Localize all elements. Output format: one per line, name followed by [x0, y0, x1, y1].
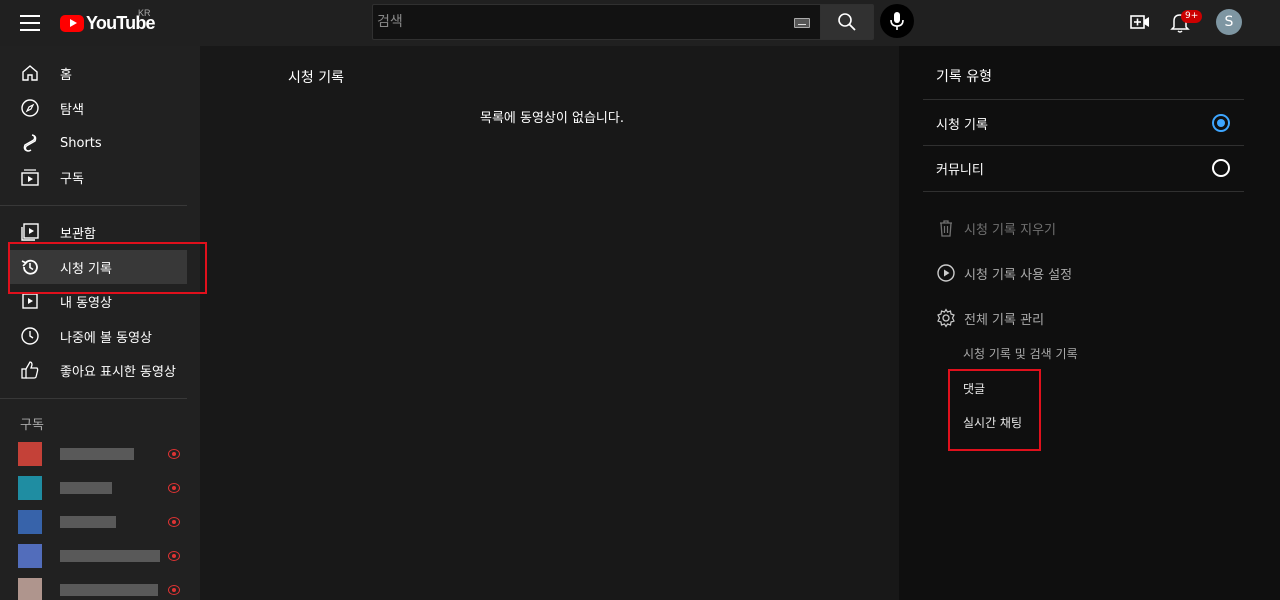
home-icon — [22, 65, 38, 81]
history-type-option-community[interactable]: 커뮤니티 — [923, 146, 1244, 190]
radio-button[interactable] — [1212, 159, 1230, 177]
sidebar-divider — [0, 205, 187, 206]
library-icon — [21, 223, 39, 241]
live-icon — [168, 551, 180, 561]
sidebar-item-label: 보관함 — [60, 226, 96, 242]
empty-list-message: 목록에 동영상이 없습니다. — [480, 111, 624, 126]
search-icon — [838, 13, 856, 31]
subscription-channel[interactable] — [18, 442, 188, 466]
search-box — [372, 4, 821, 40]
keyboard-icon[interactable] — [794, 18, 810, 28]
sidebar-item-subscriptions[interactable]: 구독 — [10, 160, 187, 194]
subscription-channel[interactable] — [18, 510, 188, 534]
channel-name-blurred — [60, 550, 160, 562]
channel-name-blurred — [60, 584, 158, 596]
compass-icon — [21, 99, 39, 117]
sidebar-item-label: 나중에 볼 동영상 — [60, 330, 152, 346]
trash-icon — [940, 220, 952, 237]
sidebar-item-watch-later[interactable]: 나중에 볼 동영상 — [10, 319, 187, 353]
account-avatar[interactable]: S — [1216, 9, 1242, 35]
link-watch-and-search-history[interactable]: 시청 기록 및 검색 기록 — [963, 345, 1078, 362]
sidebar-item-label: 탐색 — [60, 102, 84, 118]
enable-watch-history-button[interactable]: 시청 기록 사용 설정 — [936, 262, 1072, 284]
live-icon — [168, 483, 180, 493]
manage-all-history-button[interactable]: 전체 기록 관리 — [936, 307, 1044, 329]
subscriptions-icon — [21, 169, 39, 186]
channel-name-blurred — [60, 448, 134, 460]
subscription-channel[interactable] — [18, 476, 188, 500]
highlight-box-comments-chat — [948, 369, 1041, 451]
create-video-icon[interactable] — [1130, 12, 1150, 32]
clear-watch-history-button[interactable]: 시청 기록 지우기 — [936, 217, 1056, 239]
voice-search-button[interactable] — [880, 4, 914, 38]
channel-avatar — [18, 442, 42, 466]
menu-icon[interactable] — [20, 13, 40, 33]
history-type-title: 기록 유형 — [936, 69, 992, 85]
live-icon — [168, 585, 180, 595]
notification-badge: 9+ — [1181, 10, 1203, 23]
action-label: 시청 기록 지우기 — [964, 222, 1056, 238]
sidebar-item-label: 홈 — [60, 67, 72, 83]
live-icon — [168, 517, 180, 527]
panel-divider — [923, 191, 1244, 192]
sidebar-item-shorts[interactable]: Shorts — [10, 126, 187, 160]
sidebar-item-explore[interactable]: 탐색 — [10, 91, 187, 125]
gear-icon — [937, 308, 955, 328]
shorts-icon — [23, 134, 37, 152]
microphone-icon — [890, 12, 904, 30]
sidebar-item-liked-videos[interactable]: 좋아요 표시한 동영상 — [10, 353, 187, 387]
option-label: 시청 기록 — [936, 118, 988, 133]
subscription-channel[interactable] — [18, 544, 188, 568]
sidebar-item-label: Shorts — [60, 135, 102, 151]
sidebar-divider — [0, 398, 187, 399]
search-input[interactable] — [377, 10, 777, 34]
channel-avatar — [18, 510, 42, 534]
channel-avatar — [18, 544, 42, 568]
channel-name-blurred — [60, 482, 112, 494]
sidebar-item-label: 내 동영상 — [60, 295, 112, 311]
sidebar-item-label: 구독 — [60, 171, 84, 187]
panel-divider — [923, 99, 1244, 100]
sidebar-item-label: 좋아요 표시한 동영상 — [60, 364, 176, 380]
subscriptions-section-title: 구독 — [20, 418, 44, 433]
youtube-play-icon — [60, 14, 84, 32]
channel-avatar — [18, 578, 42, 600]
subscription-channel[interactable] — [18, 578, 188, 600]
history-type-option-watch[interactable]: 시청 기록 — [923, 101, 1244, 145]
channel-avatar — [18, 476, 42, 500]
action-label: 전체 기록 관리 — [964, 312, 1045, 328]
sidebar-item-home[interactable]: 홈 — [10, 56, 187, 90]
watch-later-icon — [21, 327, 39, 345]
page-title: 시청 기록 — [288, 70, 344, 86]
live-icon — [168, 449, 180, 459]
highlight-box-history — [8, 242, 207, 294]
my-videos-icon — [22, 293, 38, 309]
top-bar: YouTube KR 9+ S — [0, 0, 1280, 46]
option-label: 커뮤니티 — [936, 163, 984, 178]
search-button[interactable] — [820, 4, 874, 40]
play-circle-icon — [937, 264, 955, 282]
channel-name-blurred — [60, 516, 116, 528]
region-code: KR — [138, 8, 151, 18]
thumbs-up-icon — [21, 361, 39, 379]
action-label: 시청 기록 사용 설정 — [964, 267, 1073, 283]
radio-button-selected[interactable] — [1212, 114, 1230, 132]
